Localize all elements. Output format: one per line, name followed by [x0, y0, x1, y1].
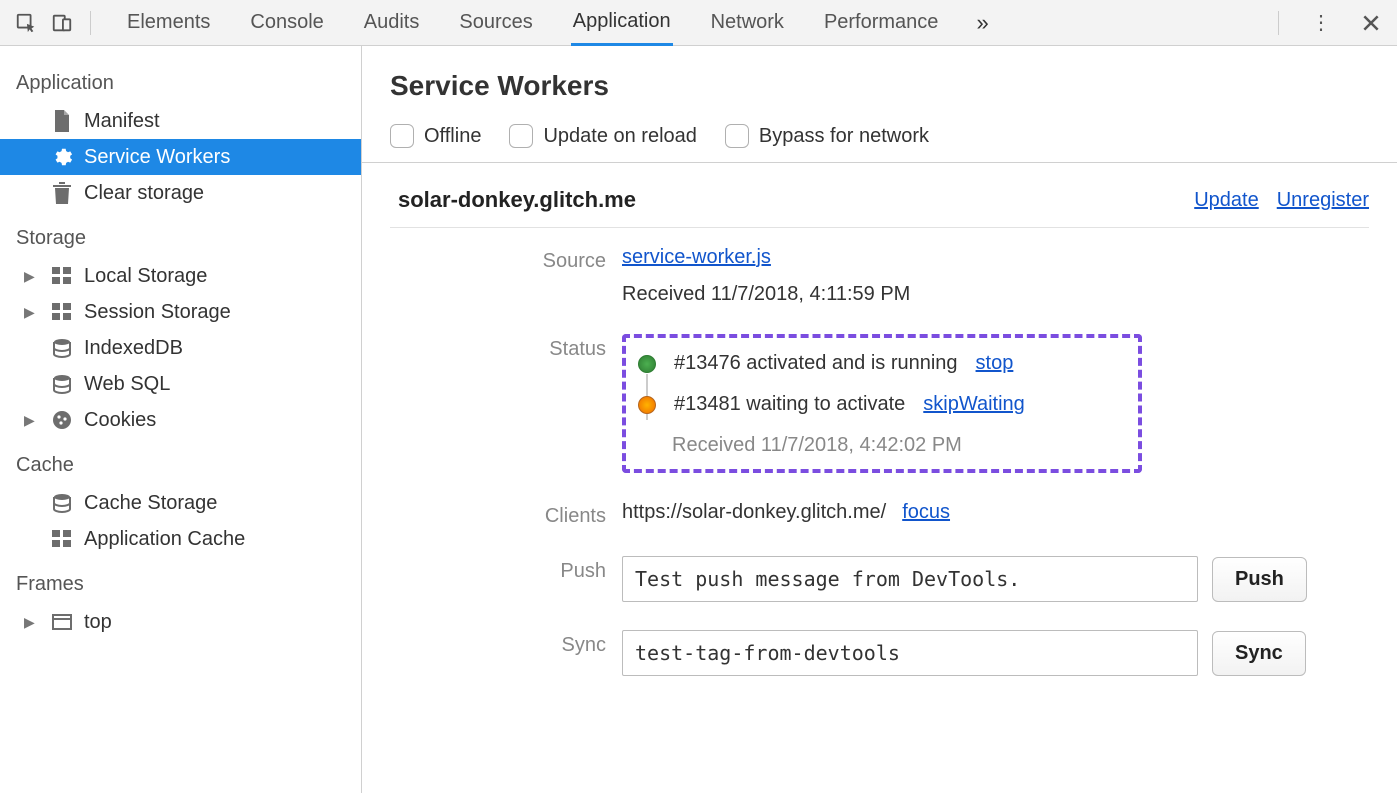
- sidebar-item-indexeddb[interactable]: IndexedDB: [0, 330, 361, 366]
- label-status: Status: [390, 334, 606, 361]
- content-panel: Service Workers Offline Update on reload…: [362, 46, 1397, 793]
- sidebar-item-cookies[interactable]: ▶ Cookies: [0, 402, 361, 438]
- status-waiting-text: #13481 waiting to activate: [674, 393, 905, 416]
- origin-row: solar-donkey.glitch.me Update Unregister: [390, 173, 1369, 227]
- tab-performance[interactable]: Performance: [822, 1, 941, 44]
- expand-icon: ▶: [24, 268, 40, 285]
- expand-icon: ▶: [24, 412, 40, 429]
- database-icon: [50, 336, 74, 360]
- sidebar-item-label: Session Storage: [84, 301, 231, 324]
- sidebar-item-label: Application Cache: [84, 528, 245, 551]
- bypass-for-network-checkbox[interactable]: [725, 124, 749, 148]
- sidebar-item-local-storage[interactable]: ▶ Local Storage: [0, 258, 361, 294]
- offline-checkbox[interactable]: [390, 124, 414, 148]
- inspect-icon[interactable]: [8, 5, 44, 41]
- frame-icon: [50, 610, 74, 634]
- sidebar-item-label: Cookies: [84, 409, 156, 432]
- source-file-link[interactable]: service-worker.js: [622, 246, 1369, 269]
- more-tabs-icon[interactable]: »: [976, 10, 988, 36]
- application-sidebar: Application Manifest Service Workers Cle…: [0, 46, 362, 793]
- offline-label: Offline: [424, 125, 481, 148]
- sidebar-item-label: Local Storage: [84, 265, 207, 288]
- database-icon: [50, 491, 74, 515]
- page-title: Service Workers: [390, 70, 1369, 102]
- sidebar-item-label: Web SQL: [84, 373, 170, 396]
- grid-icon: [50, 300, 74, 324]
- sidebar-item-label: Manifest: [84, 110, 160, 133]
- bypass-for-network-label: Bypass for network: [759, 125, 929, 148]
- trash-icon: [50, 181, 74, 205]
- sw-options-row: Offline Update on reload Bypass for netw…: [390, 124, 1369, 148]
- sidebar-group-frames: Frames: [0, 557, 361, 604]
- grid-icon: [50, 264, 74, 288]
- expand-icon: ▶: [24, 304, 40, 321]
- stop-link[interactable]: stop: [976, 352, 1014, 375]
- sync-button[interactable]: Sync: [1212, 631, 1306, 676]
- tab-network[interactable]: Network: [709, 1, 786, 44]
- focus-link[interactable]: focus: [902, 501, 950, 524]
- sidebar-group-cache: Cache: [0, 438, 361, 485]
- sidebar-item-application-cache[interactable]: Application Cache: [0, 521, 361, 557]
- push-input[interactable]: [622, 556, 1198, 602]
- sidebar-group-storage: Storage: [0, 211, 361, 258]
- tab-elements[interactable]: Elements: [125, 1, 212, 44]
- sidebar-item-label: Cache Storage: [84, 492, 217, 515]
- sidebar-item-label: Service Workers: [84, 146, 230, 169]
- update-on-reload-checkbox[interactable]: [509, 124, 533, 148]
- push-button[interactable]: Push: [1212, 557, 1307, 602]
- sync-input[interactable]: [622, 630, 1198, 676]
- devtools-toolbar: Elements Console Audits Sources Applicat…: [0, 0, 1397, 46]
- status-dot-waiting-icon: [638, 396, 656, 414]
- source-received: Received 11/7/2018, 4:11:59 PM: [622, 283, 1369, 306]
- tab-application[interactable]: Application: [571, 0, 673, 46]
- database-icon: [50, 372, 74, 396]
- update-link[interactable]: Update: [1194, 189, 1259, 212]
- label-clients: Clients: [390, 501, 606, 528]
- status-dot-active-icon: [638, 355, 656, 373]
- devtools-tabs: Elements Console Audits Sources Applicat…: [125, 0, 989, 46]
- status-active-text: #13476 activated and is running: [674, 352, 958, 375]
- sidebar-group-application: Application: [0, 56, 361, 103]
- sidebar-item-clear-storage[interactable]: Clear storage: [0, 175, 361, 211]
- sidebar-item-frame-top[interactable]: ▶ top: [0, 604, 361, 640]
- tab-sources[interactable]: Sources: [457, 1, 534, 44]
- label-source: Source: [390, 246, 606, 273]
- document-icon: [50, 109, 74, 133]
- close-icon[interactable]: [1353, 5, 1389, 41]
- label-push: Push: [390, 556, 606, 583]
- grid-icon: [50, 527, 74, 551]
- sidebar-item-cache-storage[interactable]: Cache Storage: [0, 485, 361, 521]
- status-active-row: #13476 activated and is running stop: [638, 352, 1118, 375]
- client-url: https://solar-donkey.glitch.me/: [622, 501, 886, 524]
- status-waiting-row: #13481 waiting to activate skipWaiting: [638, 393, 1118, 416]
- device-toggle-icon[interactable]: [44, 5, 80, 41]
- kebab-menu-icon[interactable]: ⋮: [1303, 5, 1339, 41]
- tab-console[interactable]: Console: [248, 1, 325, 44]
- gear-icon: [50, 145, 74, 169]
- sidebar-item-label: IndexedDB: [84, 337, 183, 360]
- update-on-reload-label: Update on reload: [543, 125, 696, 148]
- sidebar-item-session-storage[interactable]: ▶ Session Storage: [0, 294, 361, 330]
- label-sync: Sync: [390, 630, 606, 657]
- unregister-link[interactable]: Unregister: [1277, 189, 1369, 212]
- origin-name: solar-donkey.glitch.me: [398, 187, 636, 213]
- details-grid: Source service-worker.js Received 11/7/2…: [390, 246, 1369, 676]
- main-area: Application Manifest Service Workers Cle…: [0, 46, 1397, 793]
- cookie-icon: [50, 408, 74, 432]
- sidebar-item-label: top: [84, 611, 112, 634]
- toolbar-divider-right: [1278, 11, 1279, 35]
- sidebar-item-label: Clear storage: [84, 182, 204, 205]
- status-highlight-box: #13476 activated and is running stop #13…: [622, 334, 1142, 473]
- tab-audits[interactable]: Audits: [362, 1, 422, 44]
- sidebar-item-websql[interactable]: Web SQL: [0, 366, 361, 402]
- sidebar-item-manifest[interactable]: Manifest: [0, 103, 361, 139]
- expand-icon: ▶: [24, 614, 40, 631]
- status-waiting-received: Received 11/7/2018, 4:42:02 PM: [672, 434, 1118, 457]
- toolbar-divider: [90, 11, 91, 35]
- skipwaiting-link[interactable]: skipWaiting: [923, 393, 1025, 416]
- sidebar-item-service-workers[interactable]: Service Workers: [0, 139, 361, 175]
